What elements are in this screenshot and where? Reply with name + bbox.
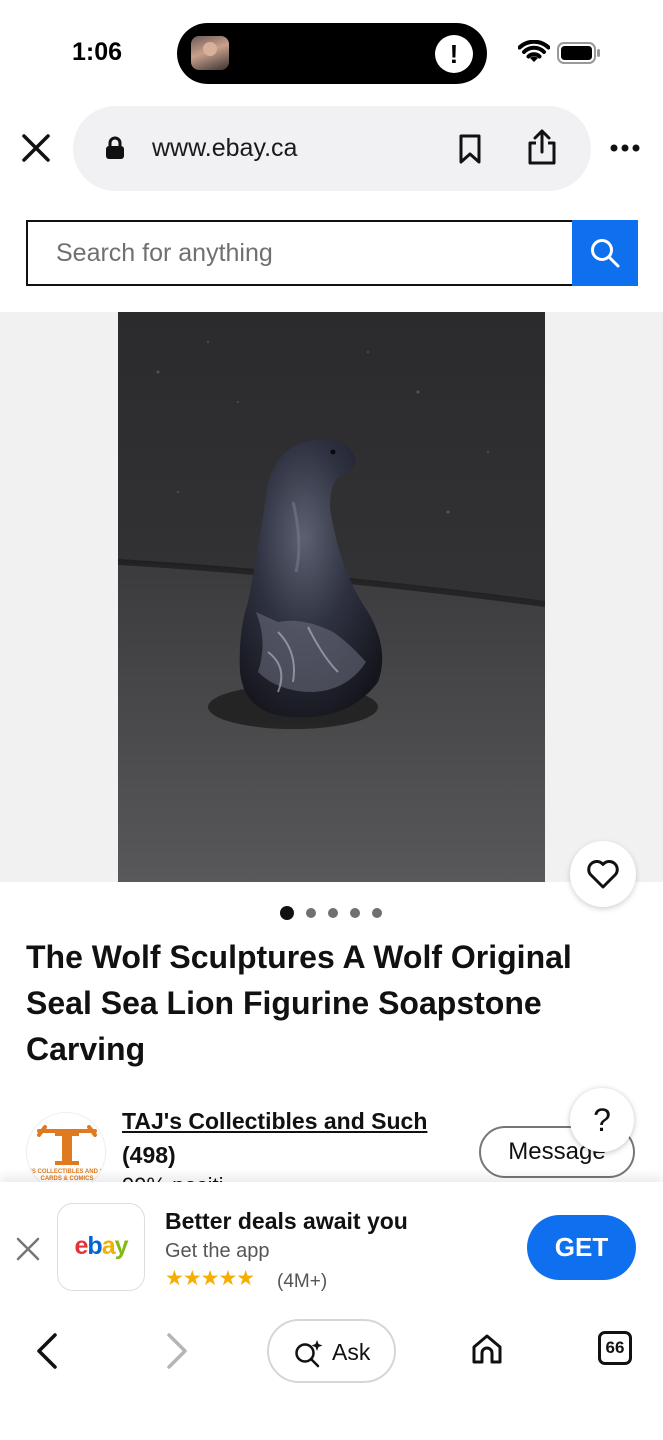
image-gallery[interactable]	[0, 312, 663, 882]
battery-icon	[557, 42, 600, 64]
logo-letter-b: b	[87, 1232, 102, 1260]
wifi-icon	[518, 40, 550, 62]
tabs-icon[interactable]: 66	[598, 1331, 632, 1365]
seller-logo[interactable]: 'S COLLECTIBLES AND S CARDS & COMICS	[26, 1112, 106, 1192]
pagination-dot[interactable]	[328, 908, 338, 918]
seller-feedback-count: (498)	[122, 1142, 176, 1168]
logo-letter-e: e	[74, 1232, 89, 1260]
help-button[interactable]: ?	[570, 1088, 634, 1152]
ask-button[interactable]: Ask	[267, 1319, 396, 1383]
image-pagination[interactable]	[280, 905, 382, 921]
seller-name-link[interactable]: TAJ's Collectibles and Such	[122, 1108, 427, 1135]
banner-subtitle: Get the app	[165, 1240, 270, 1262]
listing-photo[interactable]	[118, 312, 545, 882]
ebay-app-icon[interactable]: ebay	[57, 1203, 145, 1291]
address-bar[interactable]: www.ebay.ca	[73, 106, 591, 191]
search-icon	[591, 239, 620, 268]
browser-toolbar: Ask 66	[0, 1310, 663, 1440]
lock-icon	[106, 136, 124, 159]
ebay-logo: ebay	[58, 1232, 144, 1261]
home-icon[interactable]	[470, 1332, 504, 1366]
pagination-dot[interactable]	[306, 908, 316, 918]
watch-button[interactable]	[570, 841, 636, 907]
search-box	[26, 220, 572, 286]
get-app-button[interactable]: GET	[527, 1215, 636, 1280]
banner-title: Better deals await you	[165, 1208, 408, 1234]
back-arrow-icon[interactable]	[34, 1332, 60, 1370]
avatar-thumbnail	[191, 36, 229, 70]
app-install-banner: ebay Better deals await you Get the app …	[0, 1182, 663, 1310]
search-button[interactable]	[572, 220, 638, 286]
ask-sparkle-icon	[295, 1340, 323, 1368]
star-rating: ★★★★★	[165, 1267, 255, 1290]
alert-icon: !	[435, 35, 473, 73]
pagination-dot[interactable]	[372, 908, 382, 918]
seller-logo-image: 'S COLLECTIBLES AND S CARDS & COMICS	[30, 1125, 104, 1182]
url-text[interactable]: www.ebay.ca	[152, 134, 297, 163]
dynamic-island[interactable]: !	[177, 23, 487, 84]
ask-label: Ask	[332, 1339, 371, 1365]
rating-count: (4M+)	[277, 1271, 328, 1292]
logo-letter-y: y	[114, 1232, 129, 1260]
status-time: 1:06	[72, 38, 123, 66]
search-input[interactable]	[28, 222, 572, 284]
pagination-dot[interactable]	[350, 908, 360, 918]
status-bar: 1:06 !	[0, 0, 663, 100]
bookmark-icon[interactable]	[458, 134, 482, 164]
logo-letter-a: a	[101, 1232, 116, 1260]
seal-carving-image	[118, 312, 545, 882]
forward-arrow-icon[interactable]	[164, 1332, 190, 1370]
more-icon[interactable]	[609, 134, 641, 162]
pagination-dot-active[interactable]	[280, 906, 294, 920]
share-icon[interactable]	[527, 128, 557, 166]
heart-icon	[587, 860, 619, 889]
close-icon[interactable]	[20, 132, 52, 164]
close-banner-icon[interactable]	[15, 1236, 41, 1262]
listing-title: The Wolf Sculptures A Wolf Original Seal…	[26, 939, 572, 1067]
seller-logo-text-1: 'S COLLECTIBLES AND S	[30, 1169, 103, 1175]
